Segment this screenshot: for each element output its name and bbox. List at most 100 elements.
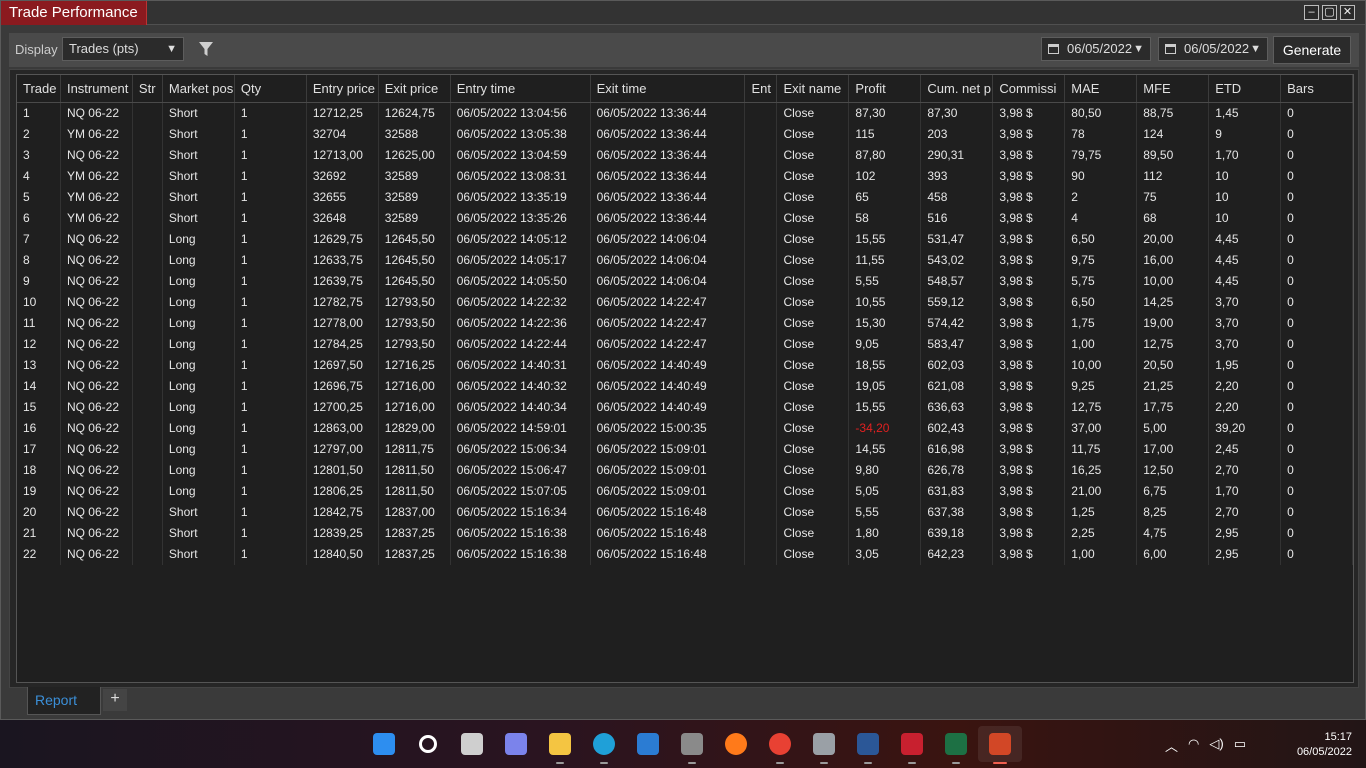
grid-container: Trade Instrument Str Market pos Qty Entry pri…	[9, 69, 1359, 688]
table-cell: 543,02	[921, 250, 994, 271]
table-cell: 4	[1065, 208, 1138, 229]
column-header[interactable]: Bars	[1281, 75, 1353, 102]
table-cell: 0	[1281, 292, 1353, 313]
table-cell: 06/05/2022 15:09:01	[591, 439, 746, 460]
table-row[interactable]: 11 NQ 06-22 Long 1 12778,00 12793,50 06/05/202…	[17, 313, 1353, 334]
calculator-icon[interactable]	[802, 726, 846, 764]
table-row[interactable]: 16 NQ 06-22 Long 1 12863,00 12829,00 06/05/202…	[17, 418, 1353, 439]
table-row[interactable]: 22 NQ 06-22 Short 1 12840,50 12837,25 06/05/20…	[17, 544, 1353, 565]
trade-performance-window: Trade Performance – ▢ ✕ Display Trades (…	[0, 0, 1366, 720]
table-row[interactable]: 2 YM 06-22 Short 1 32704 32588 06/05/2022 13:0…	[17, 124, 1353, 145]
table-row[interactable]: 14 NQ 06-22 Long 1 12696,75 12716,00 06/05/202…	[17, 376, 1353, 397]
column-header[interactable]: Exit name	[777, 75, 850, 102]
column-header[interactable]: Instrument	[61, 75, 133, 102]
chrome-icon[interactable]	[758, 726, 802, 764]
camera-icon[interactable]	[670, 726, 714, 764]
close-button[interactable]: ✕	[1340, 5, 1355, 20]
snipping-tool-icon[interactable]	[978, 726, 1022, 764]
table-row[interactable]: 8 NQ 06-22 Long 1 12633,75 12645,50 06/05/2022…	[17, 250, 1353, 271]
table-cell: 3,98 $	[993, 292, 1066, 313]
search-icon[interactable]	[406, 726, 450, 762]
table-row[interactable]: 13 NQ 06-22 Long 1 12697,50 12716,25 06/05/202…	[17, 355, 1353, 376]
excel-icon[interactable]	[934, 726, 978, 764]
store-icon[interactable]	[626, 726, 670, 762]
table-cell: YM 06-22	[61, 166, 133, 187]
column-header[interactable]: Entry time	[451, 75, 591, 102]
display-select[interactable]: Trades (pts) ▼	[62, 37, 184, 61]
table-row[interactable]: 4 YM 06-22 Short 1 32692 32589 06/05/2022 13:0…	[17, 166, 1353, 187]
column-header[interactable]: Profit	[849, 75, 922, 102]
table-row[interactable]: 18 NQ 06-22 Long 1 12801,50 12811,50 06/05/202…	[17, 460, 1353, 481]
table-cell: NQ 06-22	[61, 376, 133, 397]
edge-icon[interactable]	[582, 726, 626, 764]
column-header[interactable]: Market pos	[163, 75, 235, 102]
table-cell	[745, 271, 778, 292]
file-explorer-icon[interactable]	[538, 726, 582, 764]
column-header[interactable]: MFE	[1137, 75, 1210, 102]
date-to-picker[interactable]: 06/05/2022 ▼	[1158, 37, 1268, 61]
table-cell: Close	[777, 460, 850, 481]
table-cell: 0	[1281, 376, 1353, 397]
column-header[interactable]: ETD	[1209, 75, 1282, 102]
volume-icon[interactable]: ◁)	[1209, 736, 1223, 755]
column-header[interactable]: Qty	[235, 75, 307, 102]
table-cell: 10,00	[1137, 271, 1210, 292]
filter-icon[interactable]	[199, 41, 213, 57]
table-row[interactable]: 17 NQ 06-22 Long 1 12797,00 12811,75 06/05/202…	[17, 439, 1353, 460]
table-row[interactable]: 19 NQ 06-22 Long 1 12806,25 12811,50 06/05/202…	[17, 481, 1353, 502]
column-header[interactable]: Ent	[745, 75, 778, 102]
table-row[interactable]: 7 NQ 06-22 Long 1 12629,75 12645,50 06/05/2022…	[17, 229, 1353, 250]
table-row[interactable]: 6 YM 06-22 Short 1 32648 32589 06/05/2022 13:3…	[17, 208, 1353, 229]
table-cell: 32692	[307, 166, 379, 187]
task-view-icon[interactable]	[450, 726, 494, 762]
table-cell: 10,00	[1065, 355, 1138, 376]
firefox-icon[interactable]	[714, 726, 758, 762]
table-cell: 06/05/2022 14:06:04	[591, 250, 746, 271]
table-row[interactable]: 9 NQ 06-22 Long 1 12639,75 12645,50 06/05/2022…	[17, 271, 1353, 292]
column-header[interactable]: Exit time	[591, 75, 746, 102]
column-header[interactable]: Exit price	[379, 75, 451, 102]
chevron-up-icon[interactable]: ︿	[1165, 736, 1178, 755]
ninjatrader-icon[interactable]	[890, 726, 934, 764]
battery-icon[interactable]: ▭	[1234, 736, 1246, 755]
table-row[interactable]: 5 YM 06-22 Short 1 32655 32589 06/05/2022 13:3…	[17, 187, 1353, 208]
word-icon[interactable]	[846, 726, 890, 764]
windows-start-icon[interactable]	[362, 726, 406, 762]
table-cell: Close	[777, 439, 850, 460]
teams-chat-icon[interactable]	[494, 726, 538, 762]
column-header[interactable]: Commissi	[993, 75, 1066, 102]
column-header[interactable]: Str	[133, 75, 163, 102]
clock[interactable]: 15:17 06/05/2022	[1297, 730, 1352, 760]
table-row[interactable]: 20 NQ 06-22 Short 1 12842,75 12837,00 06/05/20…	[17, 502, 1353, 523]
table-row[interactable]: 10 NQ 06-22 Long 1 12782,75 12793,50 06/05/202…	[17, 292, 1353, 313]
table-cell: 87,30	[849, 103, 922, 124]
column-header[interactable]: Trade	[17, 75, 61, 102]
table-cell: 06/05/2022 15:16:48	[591, 544, 746, 565]
wifi-icon[interactable]: ◠	[1188, 736, 1199, 755]
running-indicator	[908, 762, 916, 764]
date-from-picker[interactable]: 06/05/2022 ▼	[1041, 37, 1151, 61]
table-cell	[745, 376, 778, 397]
column-header[interactable]: MAE	[1065, 75, 1138, 102]
add-tab-button[interactable]: +	[103, 689, 127, 711]
table-cell	[133, 292, 163, 313]
table-cell: 12633,75	[307, 250, 379, 271]
trades-grid[interactable]: Trade Instrument Str Market pos Qty Entry pri…	[16, 74, 1354, 683]
table-row[interactable]: 3 NQ 06-22 Short 1 12713,00 12625,00 06/05/202…	[17, 145, 1353, 166]
title-bar[interactable]: Trade Performance – ▢ ✕	[1, 1, 1365, 25]
column-header[interactable]: Cum. net p	[921, 75, 994, 102]
table-row[interactable]: 1 NQ 06-22 Short 1 12712,25 12624,75 06/05/202…	[17, 103, 1353, 124]
table-cell	[133, 103, 163, 124]
table-cell: 06/05/2022 14:06:04	[591, 229, 746, 250]
table-cell: Short	[163, 103, 235, 124]
tab-report[interactable]: Report	[27, 687, 101, 715]
table-cell: 32655	[307, 187, 379, 208]
table-row[interactable]: 21 NQ 06-22 Short 1 12839,25 12837,25 06/05/20…	[17, 523, 1353, 544]
column-header[interactable]: Entry price	[307, 75, 379, 102]
table-row[interactable]: 12 NQ 06-22 Long 1 12784,25 12793,50 06/05/202…	[17, 334, 1353, 355]
table-row[interactable]: 15 NQ 06-22 Long 1 12700,25 12716,00 06/05/202…	[17, 397, 1353, 418]
restore-button[interactable]: ▢	[1322, 5, 1337, 20]
generate-button[interactable]: Generate	[1273, 36, 1351, 64]
table-cell	[133, 502, 163, 523]
minimize-button[interactable]: –	[1304, 5, 1319, 20]
